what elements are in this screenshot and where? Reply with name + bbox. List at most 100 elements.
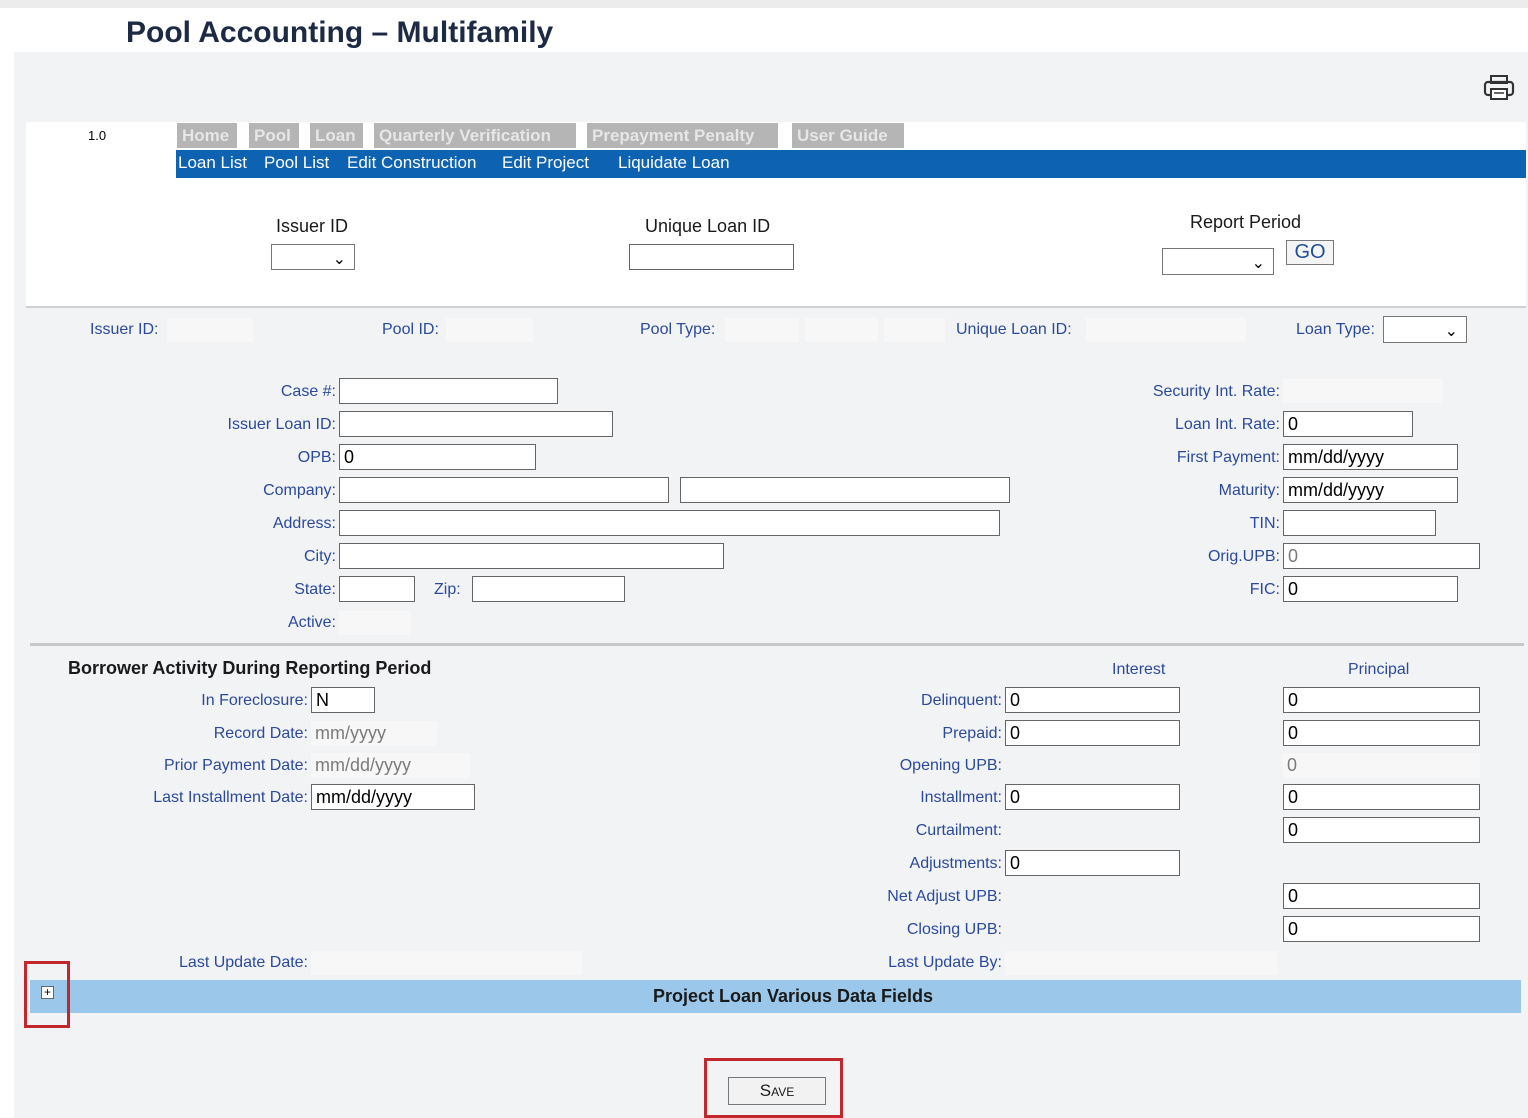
net-adjust-upb-principal-input[interactable]: 0	[1283, 883, 1480, 909]
issuer-id-label: Issuer ID	[276, 216, 349, 236]
tab-pool[interactable]: Pool	[249, 123, 299, 148]
chevron-down-icon: ⌄	[332, 251, 346, 268]
active-label: Active:	[287, 614, 336, 631]
installment-label: Installment:	[920, 789, 1002, 806]
last-update-date-value	[311, 951, 582, 975]
maturity-input[interactable]: mm/dd/yyyy	[1283, 477, 1458, 503]
delinquent-label: Delinquent:	[921, 692, 1002, 709]
adjustments-interest-input[interactable]: 0	[1005, 850, 1180, 876]
security-rate-value	[1283, 379, 1443, 403]
tin-input[interactable]	[1283, 510, 1436, 536]
first-payment-input[interactable]: mm/dd/yyyy	[1283, 444, 1458, 470]
adjustments-label: Adjustments:	[909, 855, 1002, 872]
curtailment-label: Curtailment:	[915, 822, 1002, 839]
delinquent-interest-input[interactable]: 0	[1005, 687, 1180, 713]
curtailment-principal-input[interactable]: 0	[1283, 817, 1480, 843]
subnav-liquidate-loan[interactable]: Liquidate Loan	[618, 153, 730, 173]
record-date-value: mm/yyyy	[311, 721, 437, 746]
address-input[interactable]	[339, 510, 1000, 536]
opb-input[interactable]: 0	[339, 444, 536, 470]
first-payment-label: First Payment:	[1176, 449, 1280, 466]
subnav-edit-construction[interactable]: Edit Construction	[347, 153, 476, 173]
tab-user-guide[interactable]: User Guide	[792, 123, 904, 148]
in-foreclosure-label: In Foreclosure:	[201, 692, 308, 709]
last-update-date-label: Last Update Date:	[179, 954, 308, 971]
loan-type-select[interactable]: ⌄	[1383, 316, 1467, 343]
tin-label: TIN:	[1249, 515, 1280, 532]
summary-pool-type-value-1	[725, 318, 799, 342]
prior-payment-date-value: mm/dd/yyyy	[311, 753, 470, 778]
tab-loan[interactable]: Loan	[310, 123, 363, 148]
summary-pool-type-value-2	[805, 318, 878, 342]
printer-icon[interactable]	[1482, 72, 1516, 104]
page-title: Pool Accounting – Multifamily	[126, 16, 554, 49]
go-button[interactable]: GO	[1286, 240, 1334, 265]
issuer-loan-id-label: Issuer Loan ID:	[227, 416, 337, 433]
state-input[interactable]	[339, 576, 415, 602]
record-date-label: Record Date:	[213, 725, 308, 742]
prepaid-principal-input[interactable]: 0	[1283, 720, 1480, 746]
prepaid-interest-input[interactable]: 0	[1005, 720, 1180, 746]
case-number-label: Case #:	[280, 383, 336, 400]
company-label: Company:	[263, 482, 336, 499]
tab-quarterly-verification[interactable]: Quarterly Verification	[374, 123, 576, 148]
chevron-down-icon: ⌄	[1444, 323, 1458, 340]
prepaid-label: Prepaid:	[942, 725, 1002, 742]
orig-upb-input[interactable]: 0	[1283, 543, 1480, 569]
last-installment-date-input[interactable]: mm/dd/yyyy	[311, 784, 475, 810]
delinquent-principal-input[interactable]: 0	[1283, 687, 1480, 713]
summary-unique-loan-id-value	[1086, 318, 1246, 342]
expand-highlight-box	[24, 961, 70, 1028]
fic-label: FIC:	[1249, 581, 1280, 598]
orig-upb-label: Orig.UPB:	[1207, 548, 1280, 565]
tab-prepayment-penalty[interactable]: Prepayment Penalty	[587, 123, 778, 148]
company-input-2[interactable]	[680, 477, 1010, 503]
fic-input[interactable]: 0	[1283, 576, 1458, 602]
summary-issuer-id-value	[167, 318, 253, 342]
last-update-by-label: Last Update By:	[888, 954, 1002, 971]
unique-loan-id-label: Unique Loan ID	[645, 216, 771, 236]
subnav-edit-project[interactable]: Edit Project	[502, 153, 589, 173]
installment-principal-input[interactable]: 0	[1283, 784, 1480, 810]
security-rate-label: Security Int. Rate:	[1152, 383, 1280, 400]
divider	[26, 306, 1526, 308]
summary-unique-loan-id-label: Unique Loan ID:	[956, 321, 1072, 338]
summary-pool-id-value	[446, 318, 533, 342]
net-adjust-upb-label: Net Adjust UPB:	[887, 888, 1002, 905]
issuer-loan-id-input[interactable]	[339, 411, 613, 437]
opening-upb-label: Opening UPB:	[899, 757, 1002, 774]
divider	[30, 643, 1524, 646]
loan-rate-input[interactable]: 0	[1283, 411, 1413, 437]
save-button[interactable]: Save	[728, 1077, 826, 1105]
zip-input[interactable]	[472, 576, 625, 602]
issuer-id-select[interactable]: ⌄	[271, 244, 355, 270]
city-input[interactable]	[339, 543, 724, 569]
state-label: State:	[294, 581, 336, 598]
chevron-down-icon: ⌄	[1251, 255, 1265, 272]
address-label: Address:	[272, 515, 336, 532]
interest-column-header: Interest	[1112, 661, 1166, 678]
principal-column-header: Principal	[1348, 661, 1410, 678]
zip-label: Zip:	[434, 581, 461, 598]
subnav-pool-list[interactable]: Pool List	[264, 153, 329, 173]
last-update-by-value	[1005, 951, 1277, 975]
tab-home[interactable]: Home	[177, 123, 237, 148]
maturity-label: Maturity:	[1218, 482, 1280, 499]
project-loan-section-title: Project Loan Various Data Fields	[652, 986, 934, 1006]
report-period-select[interactable]: ⌄	[1162, 248, 1274, 275]
case-number-input[interactable]	[339, 378, 558, 404]
opening-upb-principal-value: 0	[1283, 753, 1480, 778]
installment-interest-input[interactable]: 0	[1005, 784, 1180, 810]
last-installment-date-label: Last Installment Date:	[153, 789, 308, 806]
top-border	[0, 0, 1528, 8]
company-input-1[interactable]	[339, 477, 669, 503]
closing-upb-principal-input[interactable]: 0	[1283, 916, 1480, 942]
unique-loan-id-input[interactable]	[629, 244, 794, 270]
active-value	[339, 611, 411, 635]
opb-label: OPB:	[297, 449, 336, 466]
subnav-loan-list[interactable]: Loan List	[178, 153, 247, 173]
in-foreclosure-input[interactable]: N	[311, 687, 375, 713]
summary-pool-type-label: Pool Type:	[640, 321, 716, 338]
summary-pool-type-value-3	[884, 318, 945, 342]
closing-upb-label: Closing UPB:	[906, 921, 1002, 938]
